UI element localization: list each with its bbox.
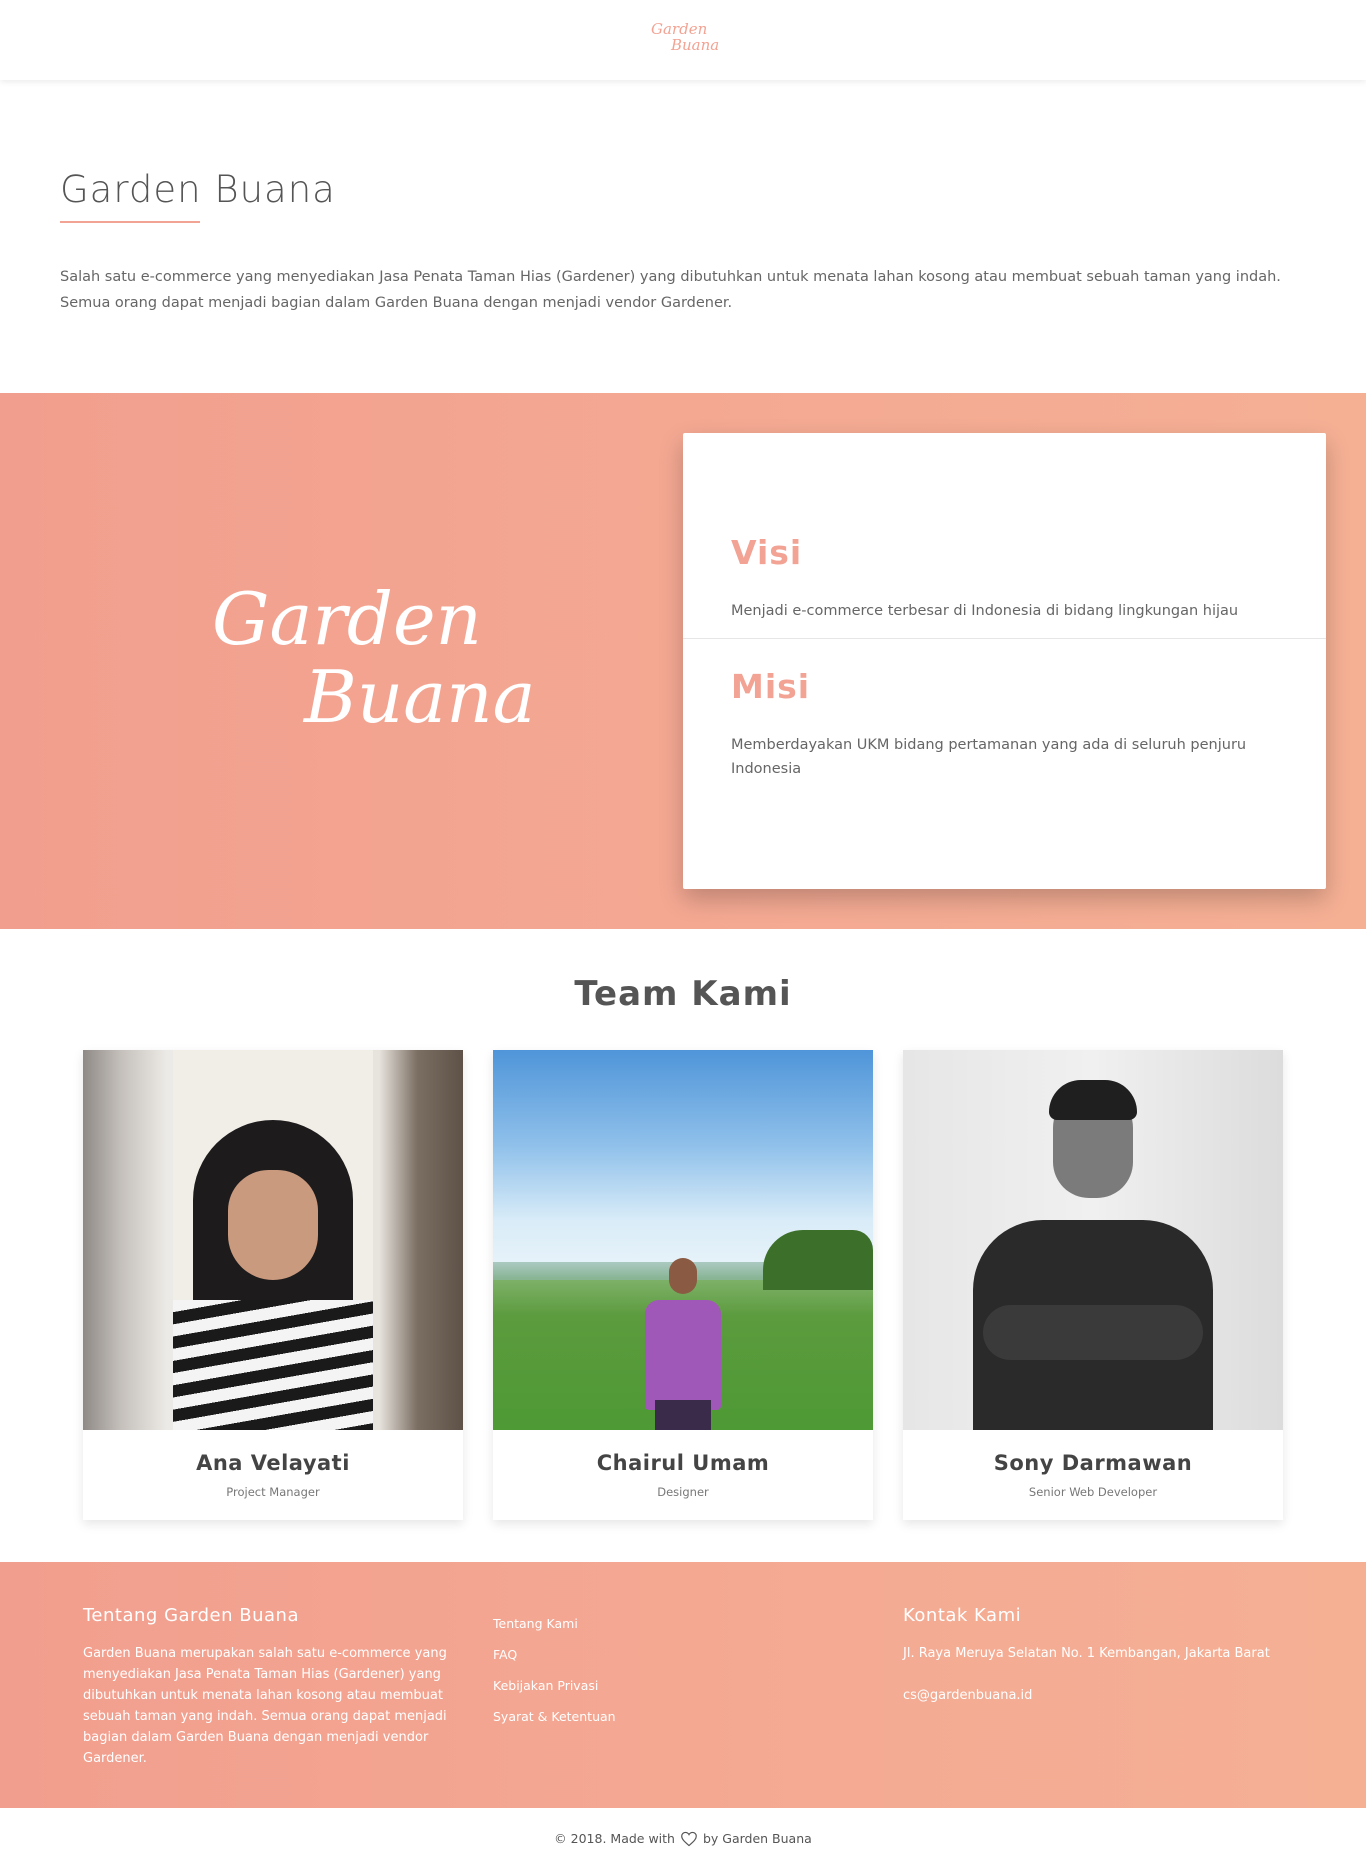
copyright-prefix: © 2018. Made with	[554, 1831, 675, 1846]
intro-description: Salah satu e-commerce yang menyediakan J…	[60, 269, 1281, 311]
member-name: Sony Darmawan	[993, 1451, 1193, 1475]
hero-logo-line2: Buana	[304, 655, 536, 739]
footer-address: Jl. Raya Meruya Selatan No. 1 Kembangan,…	[903, 1646, 1270, 1661]
team-card: Ana Velayati Project Manager	[83, 1050, 463, 1520]
photo-face	[228, 1170, 318, 1280]
footer-links: Tentang Kami FAQ Kebijakan Privasi Syara…	[493, 1608, 616, 1732]
member-role: Senior Web Developer	[1028, 1485, 1158, 1499]
misi-heading: Misi	[731, 667, 811, 706]
photo-shirt	[645, 1300, 721, 1410]
footer-about-heading: Tentang Garden Buana	[83, 1605, 299, 1626]
hero-logo: Garden Buana	[212, 583, 542, 743]
visi-heading: Visi	[731, 533, 803, 572]
header-logo[interactable]: Garden Buana	[651, 22, 721, 56]
misi-text: Memberdayakan UKM bidang pertamanan yang…	[731, 737, 1247, 777]
photo-shirt	[173, 1300, 373, 1430]
footer-link-faq[interactable]: FAQ	[493, 1639, 616, 1670]
photo-head	[669, 1258, 697, 1294]
member-photo	[903, 1050, 1283, 1430]
top-navbar: Garden Buana	[0, 0, 1366, 80]
card-divider	[683, 638, 1326, 639]
footer-about-text: Garden Buana merupakan salah satu e-comm…	[83, 1646, 447, 1766]
page-title: Garden Buana	[60, 168, 336, 211]
member-name: Chairul Umam	[596, 1451, 770, 1475]
member-role: Designer	[657, 1485, 709, 1499]
vision-mission-section: Garden Buana Visi Menjadi e-commerce ter…	[0, 393, 1366, 929]
footer-link-syarat-ketentuan[interactable]: Syarat & Ketentuan	[493, 1701, 616, 1732]
footer-email[interactable]: cs@gardenbuana.id	[903, 1685, 1032, 1706]
vision-mission-card: Visi Menjadi e-commerce terbesar di Indo…	[683, 433, 1326, 889]
member-role: Project Manager	[226, 1485, 320, 1499]
hero-logo-line1: Garden	[212, 577, 482, 661]
photo-arms	[983, 1305, 1203, 1360]
copyright-suffix: by Garden Buana	[702, 1831, 812, 1846]
member-name: Ana Velayati	[196, 1451, 350, 1475]
photo-trees	[763, 1230, 873, 1290]
footer: Tentang Garden Buana Garden Buana merupa…	[0, 1562, 1366, 1808]
title-underline	[60, 221, 200, 223]
header-logo-line2: Buana	[671, 36, 720, 54]
visi-text: Menjadi e-commerce terbesar di Indonesia…	[731, 603, 1239, 619]
heart-icon	[681, 1831, 697, 1846]
member-photo	[493, 1050, 873, 1430]
footer-link-kebijakan-privasi[interactable]: Kebijakan Privasi	[493, 1670, 616, 1701]
copyright-bar: © 2018. Made with by Garden Buana	[0, 1808, 1366, 1869]
header-logo-line1: Garden	[651, 20, 708, 38]
photo-legs	[655, 1400, 711, 1430]
team-card: Sony Darmawan Senior Web Developer	[903, 1050, 1283, 1520]
footer-link-tentang-kami[interactable]: Tentang Kami	[493, 1608, 616, 1639]
member-photo	[83, 1050, 463, 1430]
team-title: Team Kami	[574, 974, 792, 1014]
team-card: Chairul Umam Designer	[493, 1050, 873, 1520]
footer-contact-heading: Kontak Kami	[903, 1605, 1022, 1626]
photo-hair	[1049, 1080, 1137, 1120]
